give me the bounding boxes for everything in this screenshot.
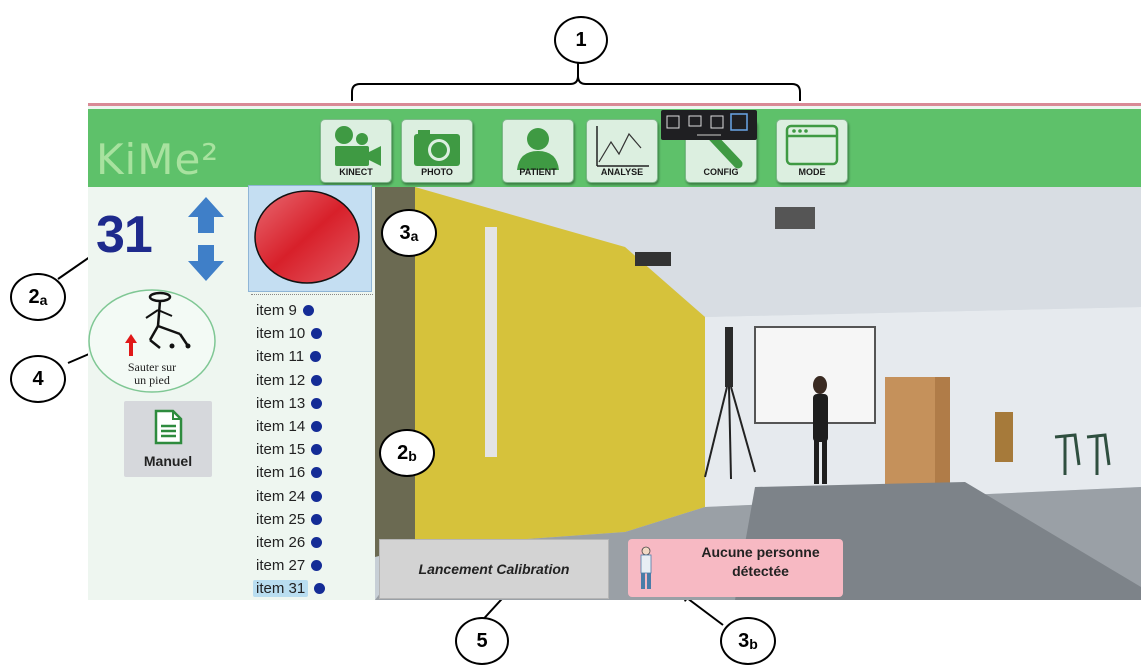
kinect-capture-toolbar — [661, 110, 757, 140]
callout-2a: 2a — [10, 273, 66, 321]
item-dot — [311, 560, 323, 572]
list-item[interactable]: item 13 — [250, 392, 380, 415]
item-dot — [310, 351, 322, 363]
capture-icon-2 — [688, 115, 702, 127]
selection-indicator-box — [248, 185, 372, 292]
brace-1 — [351, 75, 801, 101]
callout-1: 1 — [554, 16, 608, 64]
manual-label: Manuel — [143, 453, 193, 469]
kime-app-window: KiMe² KINECT PHOTO PATIENT ANALYSE CONFI… — [88, 103, 1141, 600]
item-dot — [311, 467, 323, 479]
list-item[interactable]: item 26 — [250, 531, 380, 554]
item-dot — [311, 421, 323, 433]
calibration-button[interactable]: Lancement Calibration — [379, 539, 609, 599]
patient-label: PATIENT — [519, 167, 557, 177]
list-item[interactable]: item 27 — [250, 554, 380, 577]
callout-3b: 3b — [720, 617, 776, 665]
item-list: item 9 item 10 item 11 item 12 item 13 i… — [250, 299, 380, 600]
item-dot — [311, 490, 323, 502]
exercise-illustration[interactable]: Sauter sur un pied — [88, 288, 216, 394]
list-item[interactable]: item 14 — [250, 415, 380, 438]
kinect-label: KINECT — [339, 167, 373, 177]
item-dot — [311, 536, 323, 548]
up-down-arrow-icon[interactable] — [186, 195, 226, 283]
selection-indicator-circle — [254, 190, 360, 284]
manual-button[interactable]: Manuel — [124, 401, 212, 477]
list-item[interactable]: item 9 — [250, 299, 380, 322]
detection-status-text: Aucune personne détectée — [701, 544, 820, 579]
capture-icon-1 — [666, 115, 680, 129]
list-item[interactable]: item 15 — [250, 438, 380, 461]
person-figure-icon — [640, 546, 652, 589]
item-dot — [302, 305, 314, 317]
mode-button[interactable]: MODE — [776, 119, 848, 183]
list-item[interactable]: item 11 — [250, 345, 380, 368]
photo-button[interactable]: PHOTO — [401, 119, 473, 183]
capture-icon-3 — [710, 115, 724, 129]
list-item[interactable]: item 25 — [250, 508, 380, 531]
callout-5: 5 — [455, 617, 509, 665]
patient-button[interactable]: PATIENT — [502, 119, 574, 183]
photo-label: PHOTO — [421, 167, 453, 177]
list-item-selected[interactable]: item 31 — [250, 577, 380, 600]
list-item[interactable]: item 16 — [250, 461, 380, 484]
capture-icon-4 — [730, 113, 748, 131]
list-item[interactable]: item 10 — [250, 322, 380, 345]
detection-status-box: Aucune personne détectée — [628, 539, 843, 597]
config-label: CONFIG — [703, 167, 739, 177]
mode-label: MODE — [798, 167, 826, 177]
analyse-button[interactable]: ANALYSE — [586, 119, 658, 183]
exercise-label-line1: Sauter sur — [128, 360, 176, 374]
list-separator — [251, 294, 373, 295]
kinect-button[interactable]: KINECT — [320, 119, 392, 183]
item-dot — [311, 444, 323, 456]
item-dot — [311, 328, 323, 340]
item-dot — [311, 374, 323, 386]
hopping-figure-icon: Sauter sur un pied — [88, 289, 216, 393]
list-item[interactable]: item 12 — [250, 369, 380, 392]
document-icon — [154, 409, 183, 445]
window-top-border — [88, 103, 1141, 106]
main-toolbar: KiMe² KINECT PHOTO PATIENT ANALYSE CONFI… — [88, 109, 1141, 187]
item-dot — [314, 583, 326, 595]
callout-2b: 2b — [379, 429, 435, 477]
callout-3a: 3a — [381, 209, 437, 257]
item-dot — [311, 397, 323, 409]
list-item[interactable]: item 24 — [250, 485, 380, 508]
analyse-label: ANALYSE — [600, 167, 644, 177]
item-dot — [311, 513, 323, 525]
exercise-label-line2: un pied — [134, 373, 170, 387]
callout-4: 4 — [10, 355, 66, 403]
item-count: 31 — [96, 206, 153, 264]
app-logo: KiMe² — [96, 135, 220, 184]
